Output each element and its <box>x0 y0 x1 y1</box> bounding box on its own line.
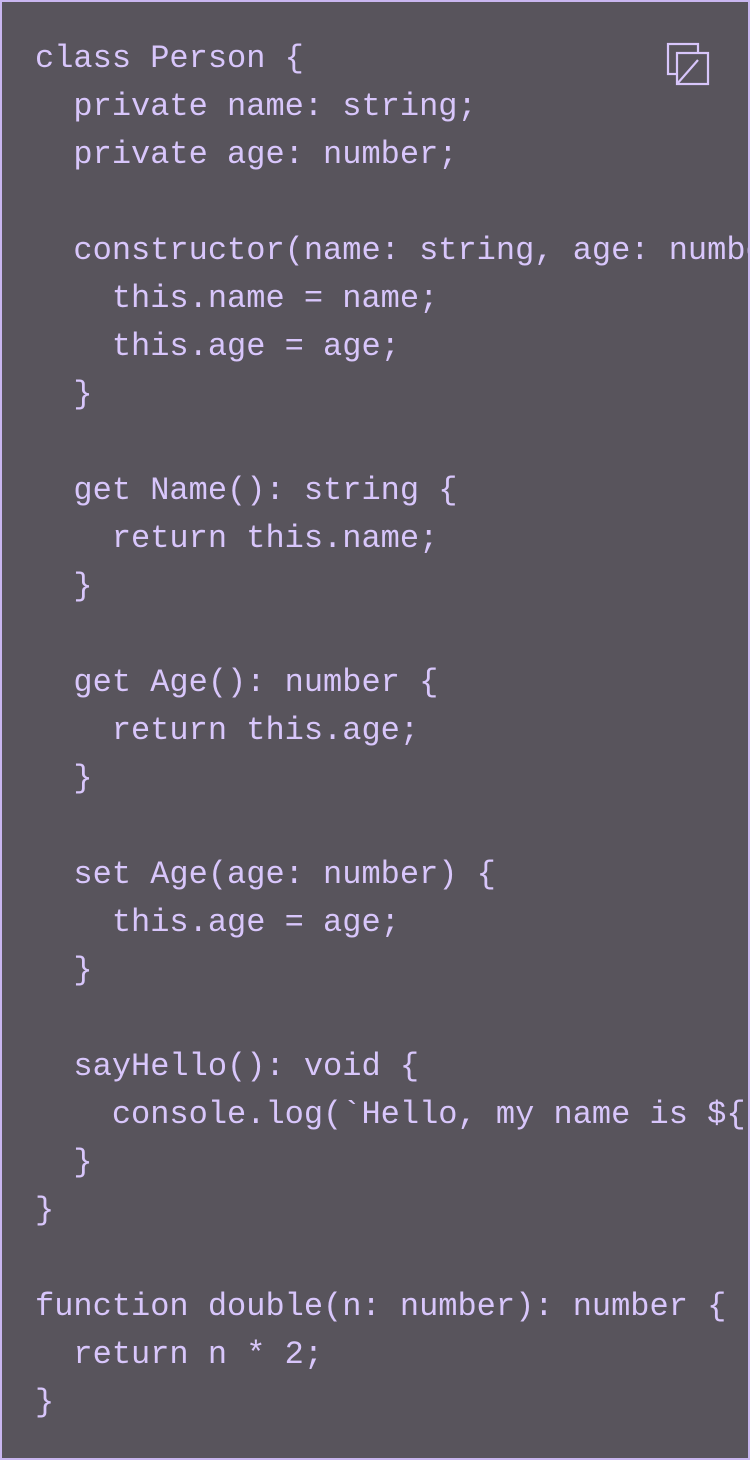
code-line: constructor(name: string, age: number) { <box>73 232 748 269</box>
code-content: class Person { private name: string; pri… <box>35 35 748 1427</box>
copy-button[interactable] <box>662 40 714 92</box>
code-line: class Person { <box>35 40 304 77</box>
code-line: console.log(`Hello, my name is ${this.na… <box>111 1096 748 1133</box>
code-line: } <box>35 568 93 605</box>
code-line: private name: string; <box>35 88 477 125</box>
code-line: this.age = age; <box>35 904 400 941</box>
code-line: function double(n: number): number { <box>35 1288 727 1325</box>
code-line: this.name = name; <box>35 280 439 317</box>
code-line: this.age = age; <box>35 328 400 365</box>
code-line: set Age(age: number) { <box>35 856 496 893</box>
code-line: } <box>35 376 93 413</box>
code-line: } <box>35 952 93 989</box>
code-line: private age: number; <box>35 136 458 173</box>
code-line: get Age(): number { <box>35 664 439 701</box>
code-block: class Person { private name: string; pri… <box>0 0 750 1460</box>
code-line: } <box>35 1384 55 1421</box>
code-line: sayHello(): void { <box>35 1048 420 1085</box>
code-line: get Name(): string { <box>35 472 458 509</box>
code-line: return this.name; <box>35 520 439 557</box>
copy-icon <box>666 42 710 86</box>
code-line: } <box>35 1192 55 1229</box>
code-line: } <box>35 1144 93 1181</box>
code-line: return n * 2; <box>35 1336 324 1373</box>
code-line: } <box>35 760 93 797</box>
code-line: return this.age; <box>35 712 420 749</box>
